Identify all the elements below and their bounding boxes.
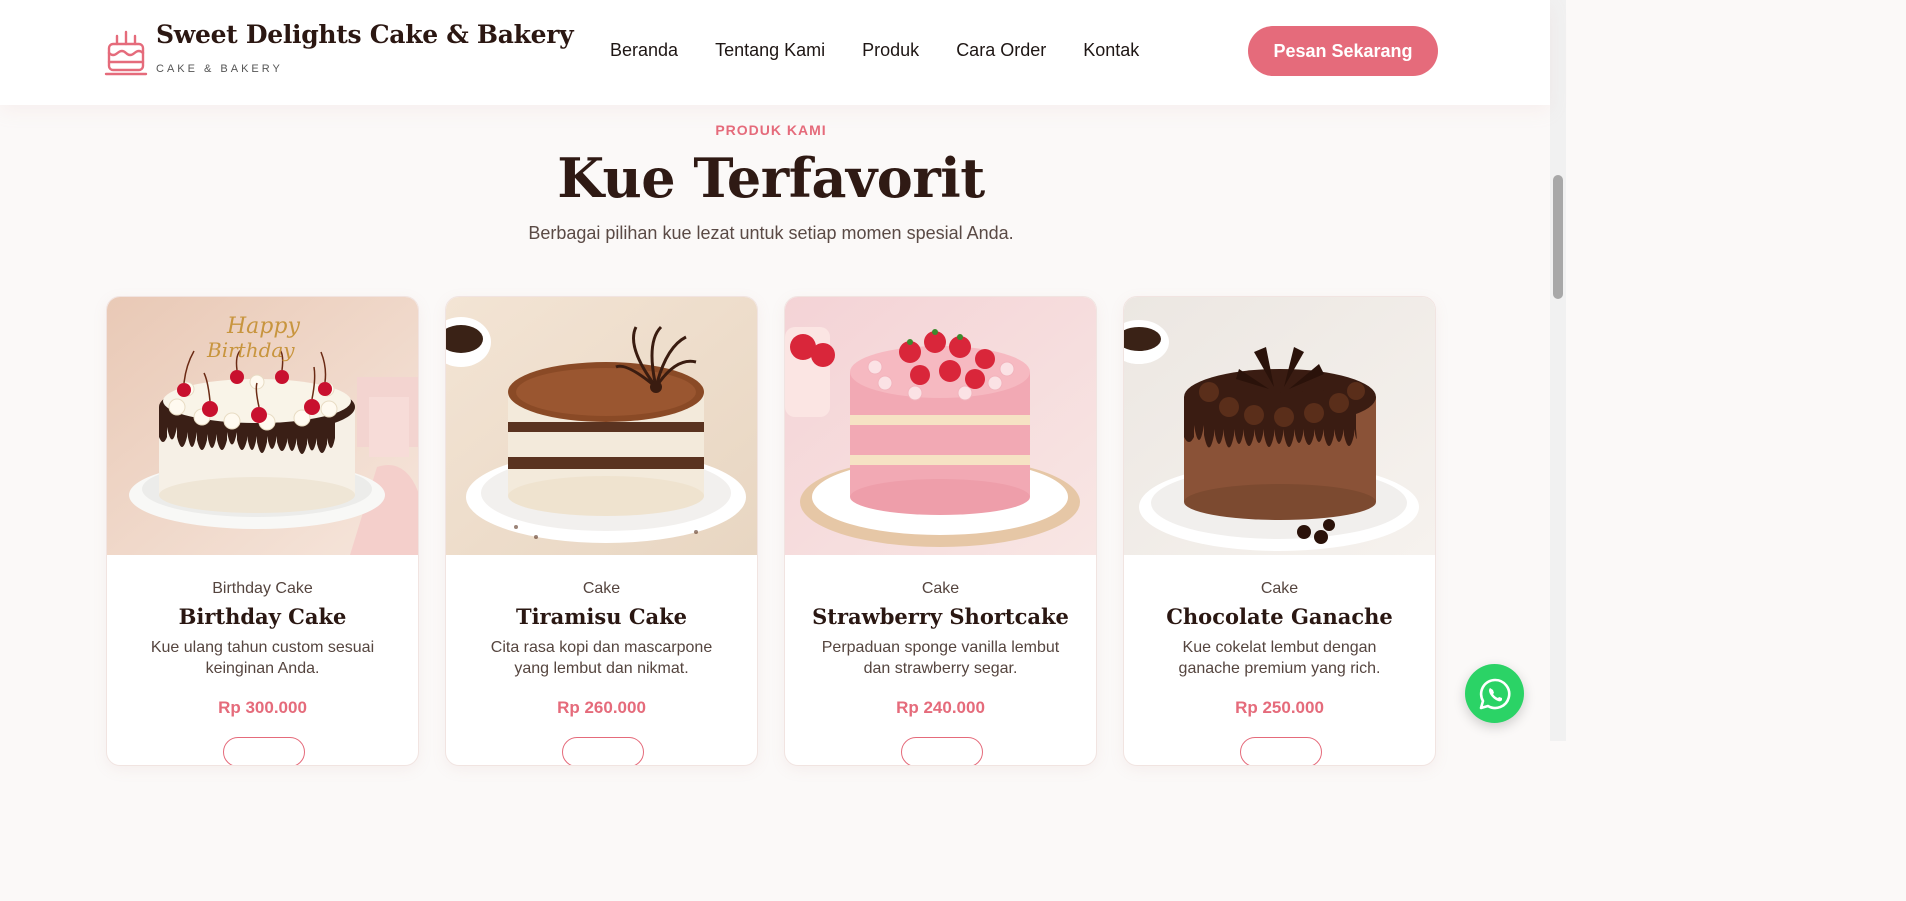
order-now-button[interactable]: Pesan Sekarang <box>1248 26 1438 76</box>
product-card[interactable]: Happy Birthday Birthday Cake Birthday Ca… <box>106 296 419 766</box>
product-category: Cake <box>1260 580 1299 597</box>
svg-text:Happy: Happy <box>226 314 300 339</box>
whatsapp-button[interactable] <box>1465 664 1524 723</box>
product-detail-button[interactable] <box>562 737 644 765</box>
tiramisu-cake-image <box>446 297 757 555</box>
product-name: Chocolate Ganache <box>1166 604 1393 629</box>
cake-icon <box>104 30 148 76</box>
site-header: Sweet Delights Cake & Bakery CAKE & BAKE… <box>0 0 1550 105</box>
product-name: Strawberry Shortcake <box>812 604 1069 629</box>
product-detail-button[interactable] <box>223 737 305 765</box>
product-price: Rp 240.000 <box>896 698 985 717</box>
product-card[interactable]: Cake Strawberry Shortcake Perpaduan spon… <box>784 296 1097 766</box>
product-name: Tiramisu Cake <box>515 604 688 629</box>
nav-item-beranda[interactable]: Beranda <box>610 40 678 61</box>
product-category: Birthday Cake <box>212 580 313 597</box>
product-category: Cake <box>582 580 621 597</box>
chocolate-ganache-image <box>1124 297 1435 555</box>
section-subtitle: Berbagai pilihan kue lezat untuk setiap … <box>528 223 1014 243</box>
product-description: Perpaduan sponge vanilla lembut dan stra… <box>821 639 1060 677</box>
nav-item-cara-order[interactable]: Cara Order <box>956 40 1046 61</box>
product-card[interactable]: Cake Tiramisu Cake Cita rasa kopi dan ma… <box>445 296 758 766</box>
nav-item-produk[interactable]: Produk <box>862 40 919 61</box>
product-card[interactable]: Cake Chocolate Ganache Kue cokelat lembu… <box>1123 296 1436 766</box>
product-description: Cita rasa kopi dan mascarpone yang lembu… <box>490 639 713 677</box>
section-eyebrow: PRODUK KAMI <box>715 122 827 138</box>
whatsapp-icon <box>1479 678 1510 709</box>
scrollbar-thumb[interactable] <box>1553 175 1563 299</box>
product-price: Rp 250.000 <box>1235 698 1324 717</box>
product-category: Cake <box>921 580 960 597</box>
strawberry-shortcake-image <box>785 297 1096 555</box>
product-price: Rp 300.000 <box>218 698 307 717</box>
section-title: Kue Terfavorit <box>557 146 985 210</box>
product-description: Kue ulang tahun custom sesuai keinginan … <box>150 639 375 677</box>
product-detail-button[interactable] <box>1240 737 1322 765</box>
main-nav: Beranda Tentang Kami Produk Cara Order K… <box>610 40 1139 61</box>
brand-subtitle: CAKE & BAKERY <box>156 63 283 75</box>
product-name: Birthday Cake <box>178 604 347 629</box>
product-grid: Happy Birthday Birthday Cake Birthday Ca… <box>106 296 1436 766</box>
brand-title: Sweet Delights Cake & Bakery <box>156 20 574 49</box>
brand-logo[interactable]: Sweet Delights Cake & Bakery CAKE & BAKE… <box>104 20 574 78</box>
nav-item-kontak[interactable]: Kontak <box>1083 40 1139 61</box>
product-price: Rp 260.000 <box>557 698 646 717</box>
product-detail-button[interactable] <box>901 737 983 765</box>
birthday-cake-image: Happy Birthday <box>107 297 418 555</box>
product-description: Kue cokelat lembut dengan ganache premiu… <box>1178 639 1381 677</box>
nav-item-tentang-kami[interactable]: Tentang Kami <box>715 40 825 61</box>
svg-text:Birthday: Birthday <box>206 338 295 362</box>
page-scrollbar[interactable] <box>1550 0 1566 741</box>
